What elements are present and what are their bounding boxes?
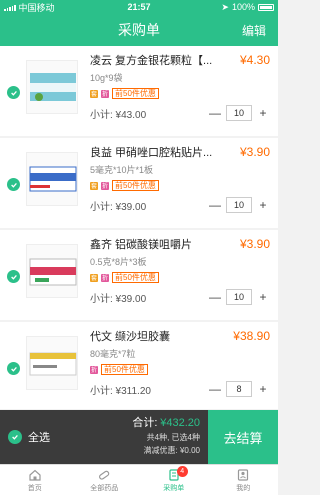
item-subtotal: 小计: ¥39.00 [90,293,147,305]
item-subtotal: 小计: ¥43.00 [90,109,147,121]
total-label: 合计: [132,417,158,429]
battery-icon [258,3,274,11]
tab-label: 全部药品 [90,484,119,492]
promo-badge: 前50件优惠 [101,364,148,375]
product-name[interactable]: 鑫齐 铝碳酸镁咀嚼片 [90,236,192,252]
product-name[interactable]: 良益 甲硝唑口腔粘贴片... [90,144,212,160]
quantity-stepper: — 10 + [208,197,270,213]
product-price: ¥3.90 [239,237,270,251]
decrease-button[interactable]: — [208,382,222,396]
product-image[interactable] [26,60,78,114]
discount-tag-icon: 折 [101,181,109,190]
status-time: 21:57 [127,2,151,12]
edit-button[interactable]: 编辑 [242,22,266,39]
checkout-bar: 全选 合计: ¥432.20 共4种, 已选4种 满减优惠: ¥0.00 去结算 [0,410,278,464]
product-price: ¥38.90 [233,329,270,343]
increase-button[interactable]: + [256,106,270,120]
cart-count-badge: 4 [176,466,188,477]
tab-home[interactable]: 首页 [0,465,70,495]
tab-label: 我的 [236,484,251,492]
product-spec: 5毫克*10片*1板 [90,165,154,175]
product-spec: 0.5克*8片*3板 [90,257,147,267]
discount-tag-icon: 折 [101,89,109,98]
item-subtotal: 小计: ¥39.00 [90,201,147,213]
tab-label: 采购单 [163,484,185,492]
item-check-icon[interactable] [7,178,20,191]
order-summary: 合计: ¥432.20 共4种, 已选4种 满减优惠: ¥0.00 [60,410,208,464]
status-bar: 中国移动 21:57 ➤ 100% [0,0,278,14]
discount-tag-icon: 折 [101,273,109,282]
decrease-button[interactable]: — [208,198,222,212]
cart-item: 良益 甲硝唑口腔粘贴片... ¥3.90 5毫克*10片*1板 套 折 前50件… [0,138,278,228]
tab-all-drugs[interactable]: 全部药品 [70,465,140,495]
quantity-field[interactable]: 10 [226,289,252,305]
product-spec: 10g*9袋 [90,73,123,83]
tab-bar: 首页 全部药品 4 采购单 我的 [0,464,278,495]
user-icon [238,468,249,481]
product-image[interactable] [26,244,78,298]
checkout-button[interactable]: 去结算 [208,410,278,464]
location-icon: ➤ [221,1,229,12]
set-tag-icon: 套 [90,181,98,190]
tab-label: 首页 [27,484,42,492]
quantity-field[interactable]: 10 [226,197,252,213]
signal-icon [4,4,16,11]
product-spec: 80毫克*7粒 [90,349,136,359]
decrease-button[interactable]: — [208,290,222,304]
cart-item: 鑫齐 铝碳酸镁咀嚼片 ¥3.90 0.5克*8片*3板 套 折 前50件优惠 小… [0,230,278,320]
total-amount: ¥432.20 [160,417,200,429]
increase-button[interactable]: + [256,382,270,396]
decrease-button[interactable]: — [208,106,222,120]
item-subtotal: 小计: ¥311.20 [90,385,151,397]
discount-tag-icon: 折 [90,365,98,374]
product-name[interactable]: 代文 缬沙坦胶囊 [90,328,170,344]
pill-icon [99,470,110,480]
product-price: ¥3.90 [239,145,270,159]
product-price: ¥4.30 [239,53,270,67]
item-check-icon[interactable] [7,362,20,375]
product-image[interactable] [26,336,78,390]
promo-badge: 前50件优惠 [112,88,159,99]
discount-amount: 满减优惠: ¥0.00 [143,446,200,455]
set-tag-icon: 套 [90,89,98,98]
quantity-field[interactable]: 8 [226,381,252,397]
tab-mine[interactable]: 我的 [209,465,279,495]
select-all-toggle[interactable]: 全选 [0,410,60,464]
nav-bar: 采购单 编辑 [0,14,278,46]
item-check-icon[interactable] [7,86,20,99]
quantity-stepper: — 8 + [208,381,270,397]
quantity-field[interactable]: 10 [226,105,252,121]
item-check-icon[interactable] [7,270,20,283]
select-all-check-icon[interactable] [8,430,22,444]
quantity-stepper: — 10 + [208,105,270,121]
product-image[interactable] [26,152,78,206]
page-title: 采购单 [118,22,160,38]
cart-list: 凌云 复方金银花颗粒【... ¥4.30 10g*9袋 套 折 前50件优惠 小… [0,46,278,409]
item-count: 共4种, 已选4种 [146,433,200,442]
promo-badge: 前50件优惠 [112,272,159,283]
home-icon [29,469,41,481]
tab-purchase-list[interactable]: 4 采购单 [139,465,209,495]
set-tag-icon: 套 [90,273,98,282]
select-all-label: 全选 [28,432,50,444]
increase-button[interactable]: + [256,290,270,304]
cart-item: 代文 缬沙坦胶囊 ¥38.90 80毫克*7粒 折 前50件优惠 小计: ¥31… [0,322,278,409]
promo-badge: 前50件优惠 [112,180,159,191]
carrier-label: 中国移动 [18,2,55,13]
cart-item: 凌云 复方金银花颗粒【... ¥4.30 10g*9袋 套 折 前50件优惠 小… [0,46,278,136]
quantity-stepper: — 10 + [208,289,270,305]
battery-percent: 100% [231,2,255,12]
increase-button[interactable]: + [256,198,270,212]
product-name[interactable]: 凌云 复方金银花颗粒【... [90,52,212,68]
